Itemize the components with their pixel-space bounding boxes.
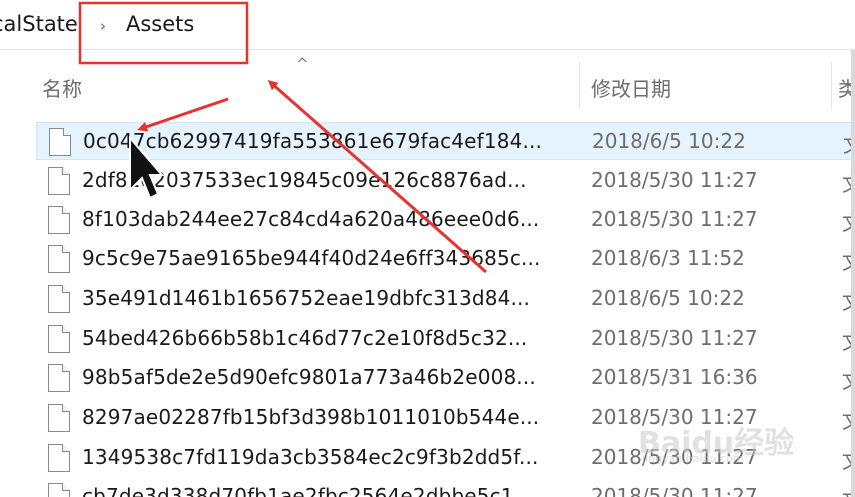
column-header-date-modified[interactable]: 修改日期 (591, 73, 671, 102)
file-row[interactable]: 8f103dab244ee27c84cd4a620a486eee0d6... 2… (36, 201, 855, 239)
address-bar[interactable]: calState › Assets (0, 0, 855, 50)
file-date-modified: 2018/5/30 11:27 (591, 207, 758, 231)
breadcrumb-item-current[interactable]: Assets (126, 12, 194, 36)
file-name: 98b5af5de2e5d90efc9801a773a46b2e008... (82, 365, 536, 389)
file-date-modified: 2018/6/5 10:22 (591, 286, 745, 310)
column-header-name[interactable]: 名称 (42, 73, 82, 102)
file-icon (48, 444, 70, 472)
file-date-modified: 2018/6/5 10:22 (592, 129, 746, 153)
file-icon (49, 128, 71, 156)
file-icon (48, 364, 70, 392)
file-date-modified: 2018/6/3 11:52 (591, 246, 745, 270)
file-name: 9c5c9e75ae9165be944f40d24e6ff343685c... (82, 246, 541, 270)
file-icon (48, 167, 70, 195)
file-row[interactable]: cb7de3d338d70fb1ae2fbc2564e2dbbe5c1... 2… (36, 478, 855, 497)
column-divider[interactable] (579, 62, 580, 110)
watermark-url: jingyan.baidu.com (642, 452, 744, 465)
file-date-modified: 2018/5/30 11:27 (591, 168, 758, 192)
file-icon (48, 206, 70, 234)
sort-ascending-icon: ^ (296, 55, 309, 73)
file-row[interactable]: 98b5af5de2e5d90efc9801a773a46b2e008... 2… (36, 359, 855, 397)
file-date-modified: 2018/5/30 11:27 (591, 484, 758, 497)
column-divider[interactable] (831, 62, 832, 110)
file-row[interactable]: 9c5c9e75ae9165be944f40d24e6ff343685c... … (36, 240, 855, 278)
file-name: 8f103dab244ee27c84cd4a620a486eee0d6... (82, 207, 540, 231)
file-icon (48, 325, 70, 353)
file-row[interactable]: 35e491d1461b1656752eae19dbfc313d84... 20… (36, 280, 855, 318)
file-icon (48, 245, 70, 273)
file-name: 1349538c7fd119da3cb3584ec2c9f3b2dd5f... (82, 445, 539, 469)
file-icon (48, 285, 70, 313)
file-name: 8297ae02287fb15bf3d398b1011010b544e... (82, 405, 540, 429)
mouse-pointer-icon (129, 136, 164, 200)
file-icon (48, 404, 70, 432)
file-name: cb7de3d338d70fb1ae2fbc2564e2dbbe5c1... (82, 484, 534, 497)
baidu-jingyan-watermark: Baidu经验 jingyan.baidu.com (620, 408, 845, 468)
file-name: 35e491d1461b1656752eae19dbfc313d84... (82, 286, 530, 310)
column-header-row (0, 52, 855, 116)
file-row[interactable]: 54bed426b66b58b1c46d77c2e10f8d5c32... 20… (36, 320, 855, 358)
file-icon (48, 483, 70, 497)
breadcrumb-chevron-icon[interactable]: › (100, 17, 106, 35)
file-name: 54bed426b66b58b1c46d77c2e10f8d5c32... (82, 326, 528, 350)
file-explorer-window: calState › Assets ^ 名称 修改日期 类 0c047cb629… (0, 0, 855, 497)
vertical-scrollbar-edge[interactable] (851, 50, 855, 497)
breadcrumb-item-previous[interactable]: calState (0, 12, 78, 36)
file-date-modified: 2018/5/31 16:36 (591, 365, 758, 389)
file-date-modified: 2018/5/30 11:27 (591, 326, 758, 350)
